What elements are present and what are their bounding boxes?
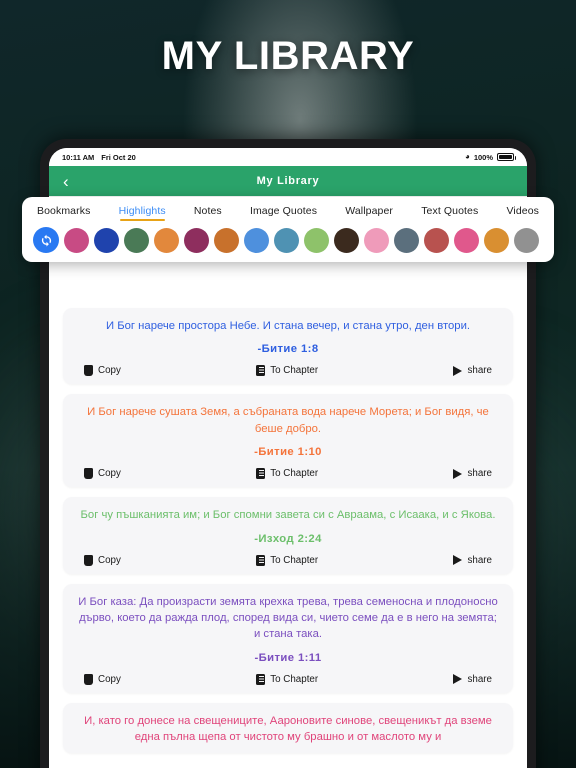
share-button-label: share xyxy=(467,673,492,685)
highlight-reference: -Битие 1:11 xyxy=(254,651,322,664)
nav-title: My Library xyxy=(256,175,320,187)
tab-text-quotes[interactable]: Text Quotes xyxy=(420,203,479,221)
refresh-icon xyxy=(41,234,51,246)
tab-highlights[interactable]: Highlights xyxy=(118,203,167,221)
copy-button[interactable]: Copy xyxy=(84,673,121,685)
swatch-light-pink[interactable] xyxy=(364,227,389,253)
tab-wallpaper[interactable]: Wallpaper xyxy=(344,203,394,221)
copy-button-label: Copy xyxy=(98,468,121,480)
swatch-orange[interactable] xyxy=(154,227,179,253)
swatch-cornflower[interactable] xyxy=(244,227,269,253)
status-bar-right: ◕ 100% xyxy=(464,152,516,162)
swatch-light-green[interactable] xyxy=(304,227,329,253)
highlight-reference: -Битие 1:8 xyxy=(257,343,319,356)
copy-button-label: Copy xyxy=(98,554,121,566)
swatch-royal-blue[interactable] xyxy=(94,227,119,253)
to-chapter-button-label: To Chapter xyxy=(270,673,319,685)
share-button[interactable]: share xyxy=(453,674,492,685)
reset-filter-button[interactable] xyxy=(33,227,59,253)
chevron-left-icon[interactable]: ‹ xyxy=(63,173,83,190)
tab-notes[interactable]: Notes xyxy=(193,203,223,221)
status-bar-left: 10:11 AM Fri Oct 20 xyxy=(62,153,136,162)
to-chapter-button-label: To Chapter xyxy=(270,554,319,566)
swatch-rose[interactable] xyxy=(454,227,479,253)
highlight-actions: Copy To Chapter share xyxy=(76,468,500,480)
share-icon xyxy=(453,365,463,376)
highlight-verse-text: И Бог нарече простора Небе. И стана вече… xyxy=(105,320,471,332)
highlight-actions: Copy To Chapter share xyxy=(76,554,500,566)
highlight-card[interactable]: Бог чу пъшканията им; и Бог спомни завет… xyxy=(63,497,513,574)
share-button-label: share xyxy=(467,468,492,480)
swatch-plum[interactable] xyxy=(184,227,209,253)
share-button-label: share xyxy=(467,554,492,566)
swatch-forest-green[interactable] xyxy=(124,227,149,253)
share-icon xyxy=(453,468,463,479)
battery-percent-label: 100% xyxy=(473,152,493,162)
copy-icon xyxy=(84,554,93,566)
swatch-burnt-orange[interactable] xyxy=(214,227,239,253)
swatch-gray[interactable] xyxy=(514,227,539,253)
copy-button-label: Copy xyxy=(98,365,121,377)
to-chapter-button[interactable]: To Chapter xyxy=(256,554,319,566)
tab-bookmarks[interactable]: Bookmarks xyxy=(36,203,91,221)
book-icon xyxy=(256,673,266,685)
tab-image-quotes[interactable]: Image Quotes xyxy=(249,203,318,221)
book-icon xyxy=(256,554,266,566)
highlight-reference: -Битие 1:10 xyxy=(254,446,322,459)
share-button[interactable]: share xyxy=(453,468,492,479)
category-tab-bar[interactable]: Bookmarks Highlights Notes Image Quotes Wall… xyxy=(22,203,554,221)
swatch-dark-brown[interactable] xyxy=(334,227,359,253)
navigation-bar: ‹ My Library xyxy=(49,166,527,196)
copy-button[interactable]: Copy xyxy=(84,554,121,566)
battery-full-icon xyxy=(497,153,516,161)
book-icon xyxy=(256,365,266,377)
to-chapter-button-label: To Chapter xyxy=(270,468,319,480)
share-button-label: share xyxy=(467,365,492,377)
to-chapter-button[interactable]: To Chapter xyxy=(256,365,319,377)
highlight-verse-text: Бог чу пъшканията им; и Бог спомни завет… xyxy=(80,509,496,522)
status-time: 10:11 AM xyxy=(62,152,95,162)
highlight-actions: Copy To Chapter share xyxy=(76,365,500,377)
highlight-card[interactable]: И Бог нарече сушата Земя, а събраната во… xyxy=(63,394,513,488)
to-chapter-button-label: To Chapter xyxy=(270,365,319,377)
share-icon xyxy=(453,555,463,565)
copy-icon xyxy=(84,365,93,377)
copy-button[interactable]: Copy xyxy=(84,365,121,377)
copy-icon xyxy=(84,673,93,685)
share-button[interactable]: share xyxy=(453,365,492,376)
highlight-verse-text: И Бог каза: Да произрасти земята крехка … xyxy=(78,595,498,641)
filter-panel: Bookmarks Highlights Notes Image Quotes Wall… xyxy=(22,197,554,262)
swatch-brick-red[interactable] xyxy=(424,227,449,253)
highlight-verse-text: И Бог нарече сушата Земя, а събраната во… xyxy=(87,406,489,435)
highlight-actions: Copy To Chapter share xyxy=(76,673,500,685)
wifi-icon: ◕ xyxy=(464,152,470,161)
highlight-verse-text: И, като го донесе на свещениците, Аароно… xyxy=(84,714,492,743)
highlight-card[interactable]: И Бог каза: Да произрасти земята крехка … xyxy=(63,583,513,693)
share-icon xyxy=(453,674,463,685)
highlight-reference: -Изход 2:24 xyxy=(254,532,322,545)
swatch-amber[interactable] xyxy=(484,227,509,253)
page-title: MY LIBRARY xyxy=(161,34,415,78)
swatch-steel-blue[interactable] xyxy=(274,227,299,253)
tab-videos[interactable]: Videos xyxy=(505,203,540,221)
status-date: Fri Oct 20 xyxy=(101,152,136,162)
battery-fill xyxy=(499,155,512,159)
highlight-card[interactable]: И Бог нарече простора Небе. И стана вече… xyxy=(63,308,513,385)
swatch-slate-gray[interactable] xyxy=(394,227,419,253)
to-chapter-button[interactable]: To Chapter xyxy=(256,673,319,685)
share-button[interactable]: share xyxy=(453,555,492,566)
status-bar: 10:11 AM Fri Oct 20 ◕ 100% xyxy=(49,148,527,166)
color-filter-row[interactable] xyxy=(22,221,554,253)
swatch-pink-magenta[interactable] xyxy=(64,227,89,253)
copy-button[interactable]: Copy xyxy=(84,468,121,480)
book-icon xyxy=(256,468,266,480)
copy-icon xyxy=(84,468,93,480)
copy-button-label: Copy xyxy=(98,673,121,685)
highlights-list[interactable]: И Бог нарече простора Небе. И стана вече… xyxy=(49,196,527,768)
highlight-card[interactable]: И, като го донесе на свещениците, Аароно… xyxy=(63,702,513,754)
to-chapter-button[interactable]: To Chapter xyxy=(256,468,319,480)
